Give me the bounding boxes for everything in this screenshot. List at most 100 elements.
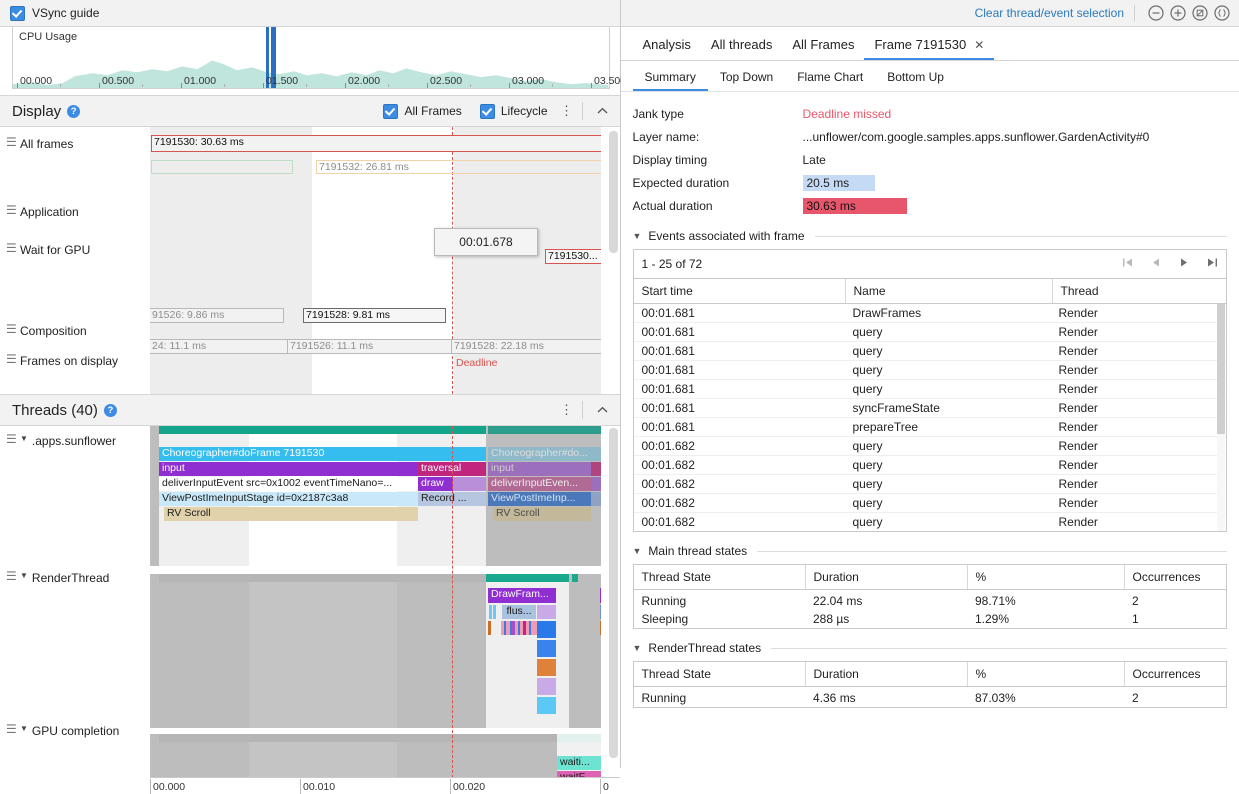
slice-rv-scroll-next[interactable]: RV Scroll (493, 507, 591, 521)
drag-handle-icon[interactable]: ☰ (6, 324, 20, 335)
drag-handle-icon[interactable]: ☰ (6, 243, 20, 254)
slice-lightblue[interactable] (537, 697, 556, 714)
track-row-wait-for-gpu[interactable]: ☰ Wait for GPU (0, 243, 150, 273)
slice-micro-a[interactable] (489, 605, 492, 619)
table-row[interactable]: Sleeping288 µs1.29%1 (634, 610, 1227, 628)
threads-lane[interactable]: Choreographer#doFrame 7191530 input trav… (150, 426, 601, 778)
table-row[interactable]: 00:01.681syncFrameStateRender (634, 399, 1227, 418)
composition-bar-prev[interactable]: 91526: 9.86 ms (150, 308, 284, 323)
slice-right-edge-blue[interactable] (600, 605, 601, 619)
slice-rv-scroll[interactable]: RV Scroll (164, 507, 418, 521)
close-icon[interactable]: ✕ (974, 38, 984, 52)
column-header-thread-state[interactable]: Thread State (634, 565, 806, 590)
thread-group-gpu-completion[interactable]: ☰ ▼ GPU completion (0, 724, 150, 748)
zoom-in-icon[interactable] (1169, 4, 1187, 22)
table-row[interactable]: 00:01.681DrawFramesRender (634, 304, 1227, 323)
frame-bar-selected[interactable]: 7191530: 30.63 ms (151, 135, 601, 152)
table-row[interactable]: 00:01.681queryRender (634, 380, 1227, 399)
zoom-to-selection-icon[interactable] (1213, 4, 1231, 22)
events-table-body-scroll[interactable]: 00:01.681DrawFramesRender 00:01.681query… (634, 304, 1227, 531)
frames-on-display-bar-c[interactable]: 7191528: 22.18 ms (451, 339, 601, 354)
slice-right-edge-orange[interactable] (600, 621, 601, 635)
table-row[interactable]: 00:01.681queryRender (634, 323, 1227, 342)
slice-flush-tail[interactable] (537, 605, 556, 619)
threads-collapse-icon[interactable] (591, 403, 614, 417)
slice-micro-c[interactable] (488, 621, 491, 635)
column-header-name[interactable]: Name (845, 279, 1052, 304)
help-icon[interactable]: ? (67, 105, 80, 118)
previous-page-icon[interactable] (1150, 257, 1162, 271)
column-header-percent[interactable]: % (967, 662, 1124, 687)
table-row[interactable]: 00:01.681queryRender (634, 361, 1227, 380)
column-header-occurrences[interactable]: Occurrences (1124, 662, 1226, 687)
drag-handle-icon[interactable]: ☰ (6, 205, 20, 216)
display-menu-icon[interactable]: ⋮ (560, 106, 574, 116)
slice-traversal-next[interactable] (591, 462, 601, 476)
chevron-down-icon[interactable]: ▼ (633, 231, 642, 241)
zoom-out-icon[interactable] (1147, 4, 1165, 22)
column-header-start-time[interactable]: Start time (634, 279, 846, 304)
vsync-guide-checkbox[interactable] (10, 6, 25, 21)
chevron-down-icon[interactable]: ▼ (20, 571, 28, 580)
frame-bar-green[interactable] (151, 160, 293, 174)
subtab-bottom-up[interactable]: Bottom Up (875, 70, 956, 91)
clear-thread-event-selection-button[interactable]: Clear thread/event selection (975, 6, 1124, 20)
slice-deliver-input-event[interactable]: deliverInputEvent src=0x1002 eventTimeNa… (159, 477, 418, 491)
slice-draw[interactable]: draw (418, 477, 453, 491)
slice-view-post-ime[interactable]: ViewPostImeInputStage id=0x2187c3a8 (159, 492, 418, 506)
slice-flush[interactable]: flus... (502, 605, 536, 619)
track-row-frames-on-display[interactable]: ☰ Frames on display (0, 354, 150, 384)
slice-draw-tail[interactable] (453, 477, 486, 491)
column-header-percent[interactable]: % (967, 565, 1124, 590)
events-section-header[interactable]: ▼ Events associated with frame (633, 229, 1228, 243)
column-header-occurrences[interactable]: Occurrences (1124, 565, 1226, 590)
drag-handle-icon[interactable]: ☰ (6, 724, 20, 735)
chevron-down-icon[interactable]: ▼ (633, 546, 642, 556)
last-page-icon[interactable] (1206, 257, 1218, 271)
slice-blue-1[interactable] (537, 621, 556, 638)
tab-all-frames[interactable]: All Frames (782, 37, 864, 60)
all-frames-option[interactable]: All Frames (377, 104, 461, 119)
tab-all-threads[interactable]: All threads (701, 37, 782, 60)
next-page-icon[interactable] (1178, 257, 1190, 271)
track-row-application[interactable]: ☰ Application (0, 205, 150, 243)
slice-choreographer-next[interactable]: Choreographer#do... (488, 447, 601, 461)
slice-blue-2[interactable] (537, 640, 556, 657)
table-row[interactable]: 00:01.682queryRender (634, 437, 1227, 456)
column-header-duration[interactable]: Duration (805, 565, 967, 590)
thread-group-renderthread[interactable]: ☰ ▼ RenderThread (0, 571, 150, 595)
display-collapse-icon[interactable] (591, 104, 614, 118)
slice-choreographer[interactable]: Choreographer#doFrame 7191530 (159, 447, 486, 461)
wait-for-gpu-bar[interactable]: 7191530... (545, 249, 601, 264)
drag-handle-icon[interactable]: ☰ (6, 137, 20, 148)
slice-input[interactable]: input (159, 462, 418, 476)
slice-view-post-ime-next[interactable]: ViewPostImeInp... (488, 492, 591, 506)
table-row[interactable]: Running22.04 ms98.71%2 (634, 590, 1227, 611)
lifecycle-option[interactable]: Lifecycle (474, 104, 548, 119)
slice-micro-strip[interactable] (501, 621, 537, 635)
frames-on-display-bar-b[interactable]: 7191526: 11.1 ms (287, 339, 452, 354)
render-thread-states-header[interactable]: ▼ RenderThread states (633, 641, 1228, 655)
tab-frame-7191530[interactable]: Frame 7191530 ✕ (864, 37, 994, 60)
events-table-scrollbar[interactable] (1217, 304, 1225, 434)
tab-analysis[interactable]: Analysis (633, 37, 701, 60)
track-row-all-frames[interactable]: ☰ All frames (0, 127, 150, 162)
table-row[interactable]: 00:01.682queryRender (634, 475, 1227, 494)
cpu-usage-chart[interactable]: CPU Usage 00.000 00.500 01.000 01.500 02… (12, 27, 610, 89)
frames-on-display-bar-a[interactable]: 24: 11.1 ms (150, 339, 288, 354)
frame-bar-next[interactable]: 7191532: 26.81 ms (316, 160, 601, 174)
slice-record-next[interactable] (591, 492, 601, 506)
threads-menu-icon[interactable]: ⋮ (560, 405, 574, 415)
slice-orange[interactable] (537, 659, 556, 676)
chevron-down-icon[interactable]: ▼ (20, 724, 28, 733)
first-page-icon[interactable] (1122, 257, 1134, 271)
help-icon[interactable]: ? (104, 404, 117, 417)
display-lane[interactable]: 7191530: 30.63 ms 7191532: 26.81 ms 530.… (150, 127, 601, 394)
slice-deliver-input-next[interactable]: deliverInputEven... (488, 477, 591, 491)
table-row[interactable]: 00:01.682queryRender (634, 456, 1227, 475)
track-row-composition[interactable]: ☰ Composition (0, 324, 150, 354)
table-row[interactable]: 00:01.682queryRender (634, 494, 1227, 513)
column-header-thread[interactable]: Thread (1052, 279, 1226, 304)
slice-input-next[interactable]: input (488, 462, 591, 476)
main-thread-states-header[interactable]: ▼ Main thread states (633, 544, 1228, 558)
